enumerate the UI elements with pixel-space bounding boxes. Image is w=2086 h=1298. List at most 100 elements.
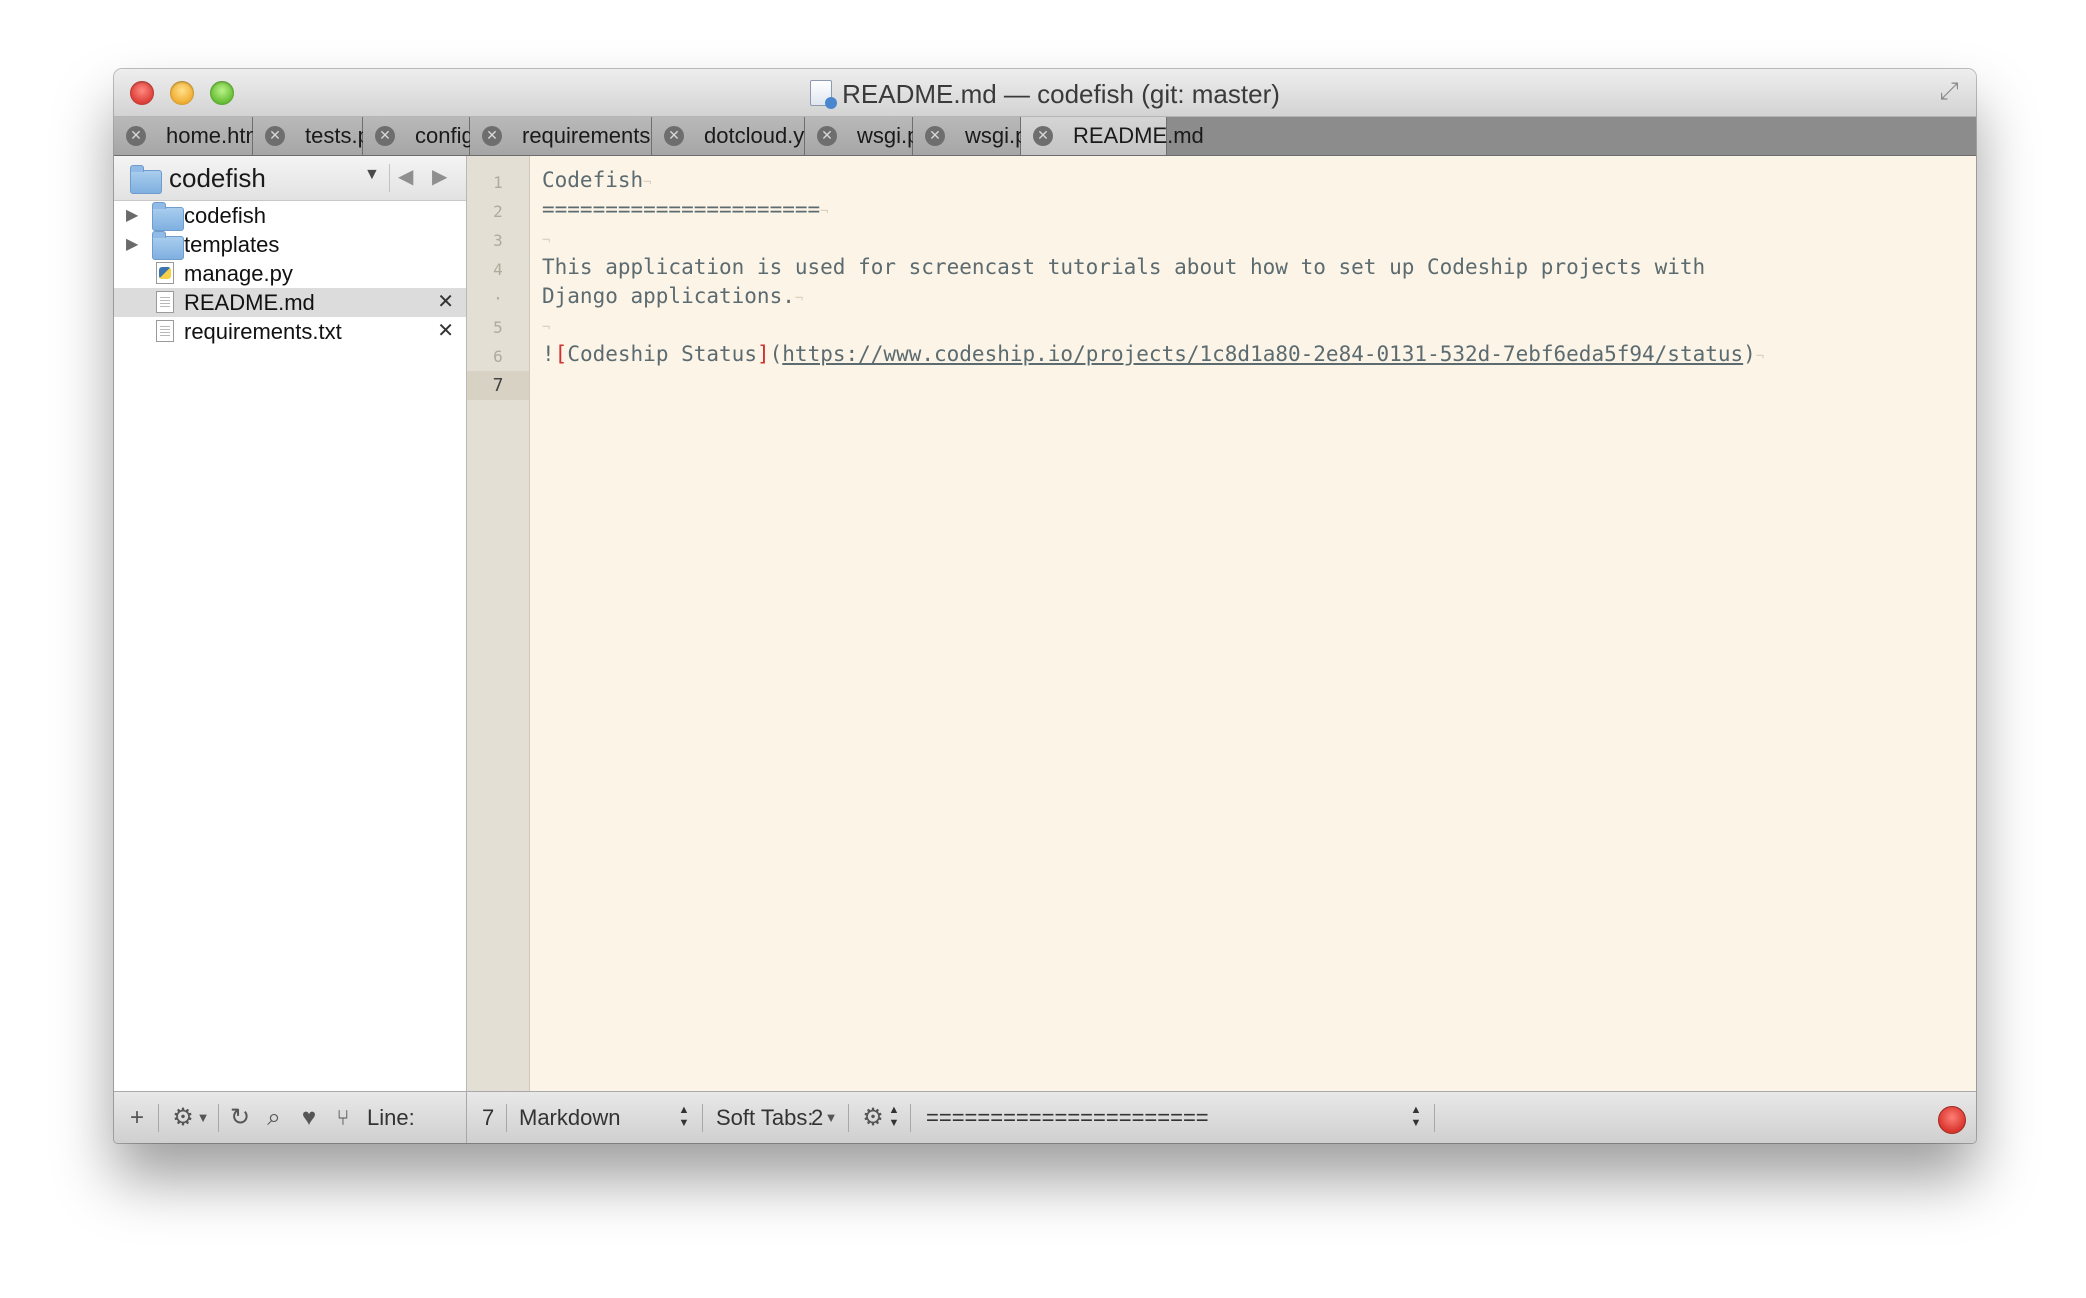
python-file-icon <box>156 262 174 284</box>
chevron-down-icon[interactable]: ▼ <box>196 1092 210 1143</box>
tab-wsgi-py[interactable]: ✕ wsgi.py <box>805 117 930 155</box>
tab-label: config <box>415 123 474 148</box>
text-file-icon <box>156 291 174 313</box>
record-macro-button[interactable] <box>1938 1106 1966 1134</box>
line-value[interactable]: 7 <box>482 1092 494 1143</box>
tab-readme-md[interactable]: ✕ README.md <box>1021 117 1204 155</box>
disclosure-triangle-icon[interactable]: ▶ <box>126 230 138 259</box>
forward-arrow-icon[interactable]: ▶ <box>432 164 447 189</box>
code-text: Codefish <box>542 168 644 192</box>
window-title: README.md — codefish (git: master) <box>114 79 1976 110</box>
updown-arrows-icon[interactable]: ▲ ▼ <box>678 1104 690 1132</box>
text-editor[interactable]: Codefish¬ ======================¬ ¬ This… <box>530 156 1976 1091</box>
tab-close-icon[interactable]: ✕ <box>482 126 502 146</box>
divider <box>848 1104 849 1132</box>
eol-marker: ¬ <box>820 204 829 220</box>
line-number-gutter[interactable]: 1 2 3 4 · 5 6 7 <box>467 156 530 1091</box>
soft-tabs-value[interactable]: 2 <box>811 1092 823 1143</box>
tab-close-icon[interactable]: ✕ <box>126 126 146 146</box>
tab-bar: ✕ home.html ✕ tests.py ✕ config ✕ requir… <box>114 117 1976 156</box>
gear-icon[interactable]: ⚙ <box>858 1092 888 1143</box>
tree-item-label: requirements.txt <box>184 319 342 344</box>
tree-item-manage-py[interactable]: manage.py <box>114 259 466 288</box>
line-number: 6 <box>493 347 503 366</box>
file-tree: ▶ codefish ▶ templates manage.py README.… <box>114 201 466 346</box>
tab-tests-py[interactable]: ✕ tests.py <box>253 117 381 155</box>
fullscreen-icon[interactable]: ⤢ <box>1936 79 1962 105</box>
line-number: 5 <box>493 318 503 337</box>
eol-marker: ¬ <box>542 233 551 249</box>
chevron-down-icon[interactable]: ▼ <box>364 166 380 184</box>
tree-item-templates[interactable]: ▶ templates <box>114 230 466 260</box>
markdown-alt-text: Codeship Status <box>567 342 757 366</box>
code-text: This application is used for screencast … <box>542 255 1706 279</box>
text-file-icon <box>156 320 174 342</box>
tab-config[interactable]: ✕ config <box>363 117 474 155</box>
updown-arrows-icon[interactable]: ▲ ▼ <box>1410 1104 1422 1132</box>
line-number: 1 <box>493 173 503 192</box>
code-line-4-wrapped[interactable]: Django applications.¬ <box>542 282 803 311</box>
tab-dotcloud-yml[interactable]: ✕ dotcloud.yml <box>652 117 828 155</box>
language-selector[interactable]: Markdown <box>519 1092 620 1143</box>
tab-close-icon[interactable]: ✕ <box>664 126 684 146</box>
eol-marker: ¬ <box>542 320 551 336</box>
markdown-paren: ) <box>1743 342 1756 366</box>
markdown-bracket: [ <box>554 342 568 366</box>
folder-icon <box>130 165 162 194</box>
divider <box>702 1104 703 1132</box>
tree-item-readme-md[interactable]: README.md ✕ <box>114 288 466 317</box>
code-line-3[interactable]: ¬ <box>542 224 550 253</box>
tab-wsgi-py-2[interactable]: ✕ wsgi.py <box>913 117 1038 155</box>
gear-icon[interactable]: ⚙ <box>168 1092 198 1143</box>
heart-icon[interactable]: ♥ <box>294 1092 324 1143</box>
code-line-2[interactable]: ======================¬ <box>542 195 829 224</box>
code-line-5[interactable]: ¬ <box>542 311 550 340</box>
chevron-down-icon[interactable]: ▼ <box>824 1092 838 1143</box>
close-file-icon[interactable]: ✕ <box>437 288 454 317</box>
eol-marker: ¬ <box>1755 349 1765 365</box>
document-icon <box>810 80 838 109</box>
close-file-icon[interactable]: ✕ <box>437 317 454 346</box>
current-line-number: 7 <box>467 371 529 400</box>
refresh-icon[interactable]: ↻ <box>226 1092 254 1143</box>
tab-home-html[interactable]: ✕ home.html <box>114 117 269 155</box>
tree-item-label: codefish <box>184 203 266 228</box>
plus-icon[interactable]: + <box>126 1092 148 1143</box>
symbol-selector[interactable]: ====================== <box>926 1092 1209 1143</box>
markdown-paren: ( <box>769 342 783 366</box>
tab-close-icon[interactable]: ✕ <box>1033 126 1053 146</box>
code-line-1[interactable]: Codefish¬ <box>542 166 652 195</box>
tree-item-requirements-txt[interactable]: requirements.txt ✕ <box>114 317 466 346</box>
tree-item-label: README.md <box>184 290 315 315</box>
divider <box>1434 1104 1435 1132</box>
tab-close-icon[interactable]: ✕ <box>925 126 945 146</box>
tab-close-icon[interactable]: ✕ <box>375 126 395 146</box>
divider <box>389 164 390 192</box>
disclosure-triangle-icon[interactable]: ▶ <box>126 201 138 230</box>
eol-marker: ¬ <box>794 291 804 307</box>
desktop: README.md — codefish (git: master) ⤢ ✕ h… <box>0 0 2086 1298</box>
tab-requirements-txt[interactable]: ✕ requirements.txt <box>470 117 680 155</box>
back-arrow-icon[interactable]: ◀ <box>398 164 413 189</box>
code-line-6[interactable]: ![Codeship Status](https://www.codeship.… <box>542 340 1764 369</box>
tab-close-icon[interactable]: ✕ <box>265 126 285 146</box>
code-text: ====================== <box>542 197 821 221</box>
editor-window: README.md — codefish (git: master) ⤢ ✕ h… <box>114 69 1976 1143</box>
eol-marker: ¬ <box>643 175 652 191</box>
search-icon[interactable]: ⌕ <box>260 1092 288 1143</box>
tree-item-label: templates <box>184 232 280 257</box>
updown-arrows-icon[interactable]: ▲ ▼ <box>888 1104 900 1132</box>
tree-item-codefish[interactable]: ▶ codefish <box>114 201 466 231</box>
markdown-bracket: ] <box>756 342 770 366</box>
markdown-url-link[interactable]: https://www.codeship.io/projects/1c8d1a8… <box>782 342 1743 366</box>
line-number: 2 <box>493 202 503 221</box>
tab-close-icon[interactable]: ✕ <box>817 126 837 146</box>
soft-tabs-label[interactable]: Soft Tabs: <box>716 1092 813 1143</box>
title-bar[interactable]: README.md — codefish (git: master) ⤢ <box>114 69 1976 117</box>
divider <box>218 1104 219 1132</box>
file-browser-header: codefish ▼ ◀ ▶ <box>114 156 466 201</box>
project-name[interactable]: codefish <box>169 163 266 194</box>
code-line-4[interactable]: This application is used for screencast … <box>542 253 1705 282</box>
divider <box>506 1104 507 1132</box>
branch-icon[interactable]: ⑂ <box>330 1092 356 1143</box>
